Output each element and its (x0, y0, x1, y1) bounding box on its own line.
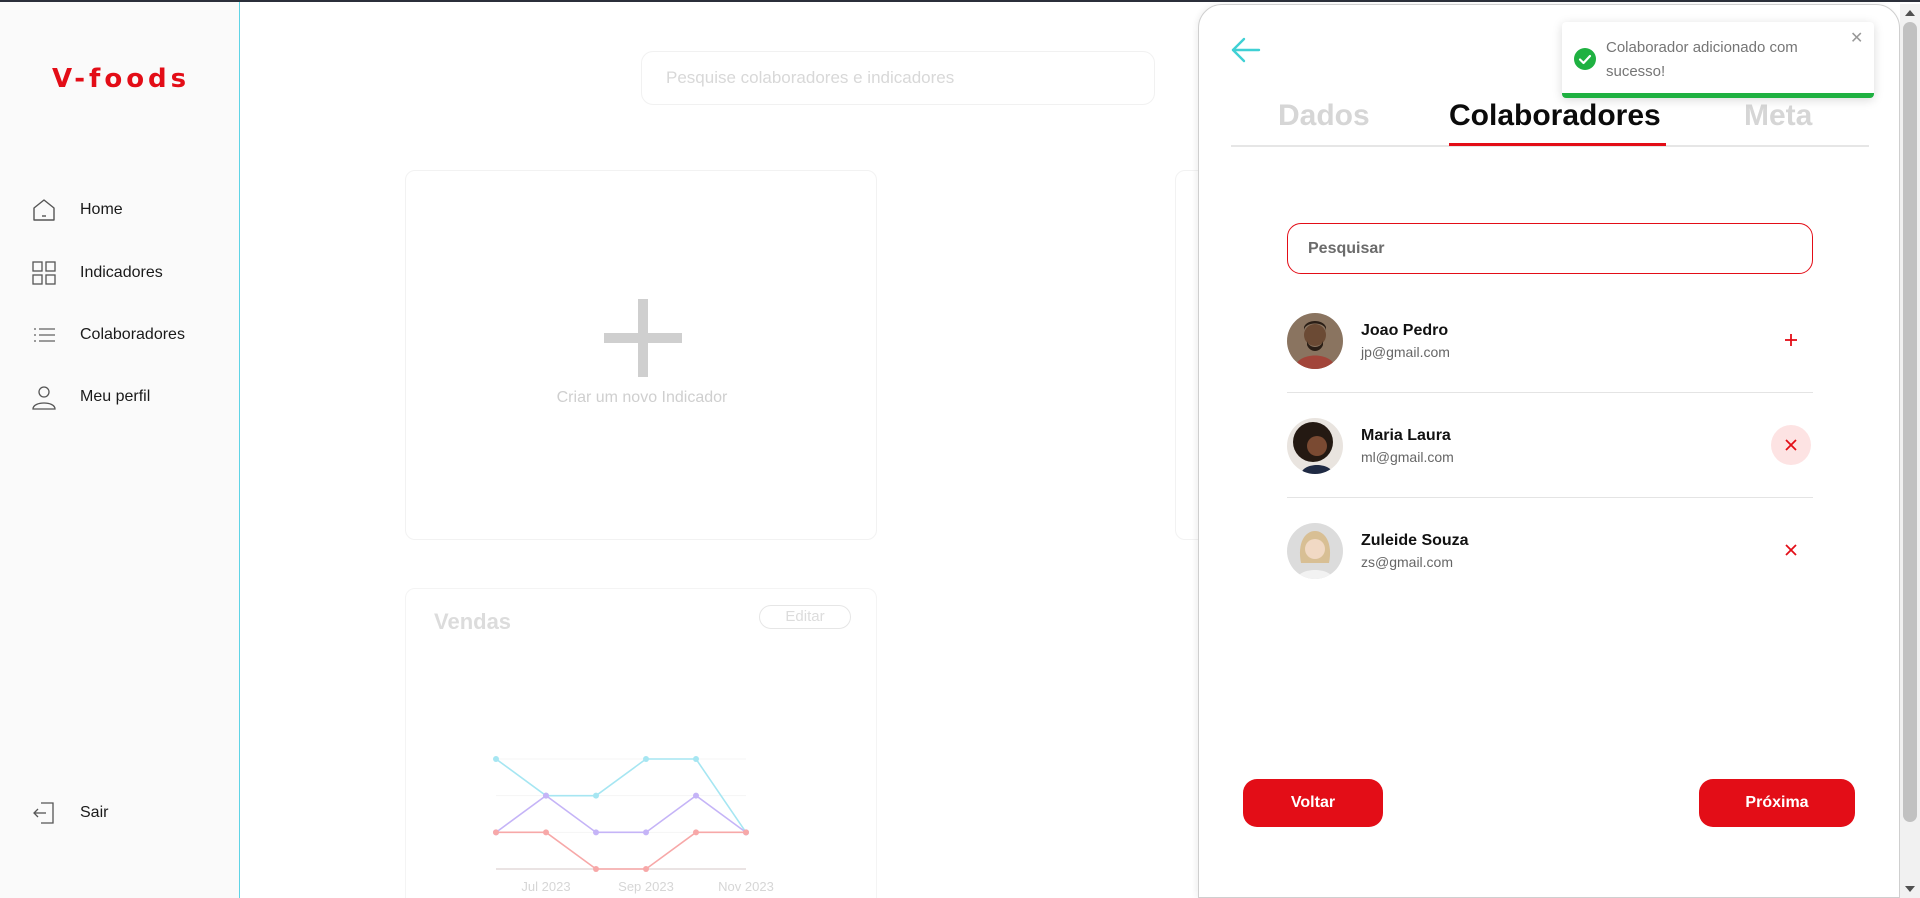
list-item: Maria Laura ml@gmail.com (1287, 393, 1813, 498)
x-tick-label: Jul 2023 (521, 879, 570, 894)
series-line-2 (496, 831, 746, 870)
data-point (693, 756, 699, 762)
edit-chart-button[interactable]: Editar (759, 605, 851, 629)
remove-collaborator-button[interactable] (1771, 530, 1811, 570)
add-collaborator-button[interactable] (1771, 320, 1811, 360)
create-indicator-caption: Criar um novo Indicador (556, 389, 728, 406)
sidebar-item-meu-perfil[interactable]: Meu perfil (30, 381, 150, 413)
main-search-placeholder: Pesquise colaboradores e indicadores (666, 68, 955, 87)
plus-icon (1785, 334, 1797, 346)
series-line-1 (495, 794, 747, 834)
data-point (643, 756, 649, 762)
list-item: Zuleide Souza zs@gmail.com (1287, 498, 1813, 603)
data-point (493, 829, 499, 836)
data-point (643, 829, 649, 836)
panel-tabs: Dados Colaboradores Meta (1231, 95, 1869, 147)
data-point (543, 792, 549, 799)
check-circle-icon (1574, 48, 1596, 70)
tab-colaboradores[interactable]: Colaboradores (1449, 99, 1661, 133)
x-tick-label: Nov 2023 (718, 879, 774, 894)
data-point (593, 792, 599, 799)
list-item: Joao Pedro jp@gmail.com (1287, 288, 1813, 393)
collaborator-email: jp@gmail.com (1361, 344, 1450, 360)
sidebar-item-home[interactable]: Home (30, 194, 123, 226)
scrollbar[interactable] (1900, 4, 1920, 898)
collaborator-search-input[interactable]: Pesquisar (1287, 223, 1813, 274)
tab-meta[interactable]: Meta (1744, 99, 1812, 133)
sidebar-item-label: Sair (80, 804, 109, 821)
list-icon (30, 321, 58, 349)
user-icon (30, 383, 58, 411)
data-point (693, 792, 699, 799)
data-point (493, 756, 499, 762)
collaborator-name: Zuleide Souza (1361, 532, 1469, 549)
collaborator-name: Maria Laura (1361, 427, 1451, 444)
avatar (1287, 313, 1343, 369)
sidebar-item-colaboradores[interactable]: Colaboradores (30, 319, 185, 351)
data-point (643, 866, 649, 872)
remove-collaborator-button[interactable] (1771, 425, 1811, 465)
logout-icon (30, 799, 58, 827)
data-point (693, 829, 699, 836)
data-point (543, 829, 549, 836)
data-point (593, 829, 599, 836)
collaborator-search-placeholder: Pesquisar (1308, 239, 1385, 257)
app-logo[interactable]: V-foods (52, 64, 190, 94)
collaborator-email: zs@gmail.com (1361, 554, 1454, 570)
chart-card-vendas: Vendas Editar Jul 2023 Sep 2023 Nov 2023 (405, 588, 877, 898)
add-indicator-panel: Dados Colaboradores Meta Pesquisar Joao … (1198, 4, 1900, 898)
create-indicator-card[interactable]: Criar um novo Indicador (405, 170, 877, 540)
active-tab-indicator (1449, 143, 1666, 146)
close-icon (1785, 544, 1797, 556)
back-arrow-icon[interactable] (1229, 35, 1263, 65)
sidebar-item-label: Colaboradores (80, 326, 185, 343)
scrollbar-thumb[interactable] (1903, 22, 1917, 822)
scroll-down-arrow-icon[interactable] (1905, 886, 1915, 892)
collaborator-email: ml@gmail.com (1361, 449, 1454, 465)
avatar (1287, 523, 1343, 579)
line-chart: Jul 2023 Sep 2023 Nov 2023 (493, 756, 774, 894)
sidebar-item-label: Indicadores (80, 264, 163, 281)
scroll-up-arrow-icon[interactable] (1905, 10, 1915, 16)
data-point (593, 866, 599, 872)
proxima-button[interactable]: Próxima (1699, 779, 1855, 827)
sidebar-item-indicadores[interactable]: Indicadores (30, 257, 163, 289)
toast-message: Colaborador adicionado com sucesso! (1606, 39, 1798, 80)
chart-title: Vendas (434, 609, 512, 634)
close-toast-icon[interactable]: ✕ (1850, 28, 1863, 48)
window-top-border (0, 0, 1920, 2)
sidebar-item-sair[interactable]: Sair (30, 797, 108, 829)
sidebar-item-label: Home (80, 201, 123, 218)
x-tick-label: Sep 2023 (618, 879, 674, 894)
voltar-button[interactable]: Voltar (1243, 779, 1383, 827)
main-search-input[interactable]: Pesquise colaboradores e indicadores (641, 51, 1155, 105)
close-icon (1785, 439, 1797, 451)
toast-progress-bar (1562, 93, 1874, 98)
tab-dados[interactable]: Dados (1278, 99, 1370, 133)
sidebar-item-label: Meu perfil (80, 388, 151, 405)
collaborator-name: Joao Pedro (1361, 322, 1449, 339)
data-point (743, 829, 749, 836)
avatar (1287, 418, 1343, 474)
home-icon (30, 196, 58, 224)
grid-icon (30, 259, 58, 287)
plus-icon (604, 299, 682, 377)
sidebar: V-foods Home Indicadores Colaboradores M… (0, 0, 240, 898)
success-toast: Colaborador adicionado com sucesso! ✕ (1562, 22, 1874, 98)
